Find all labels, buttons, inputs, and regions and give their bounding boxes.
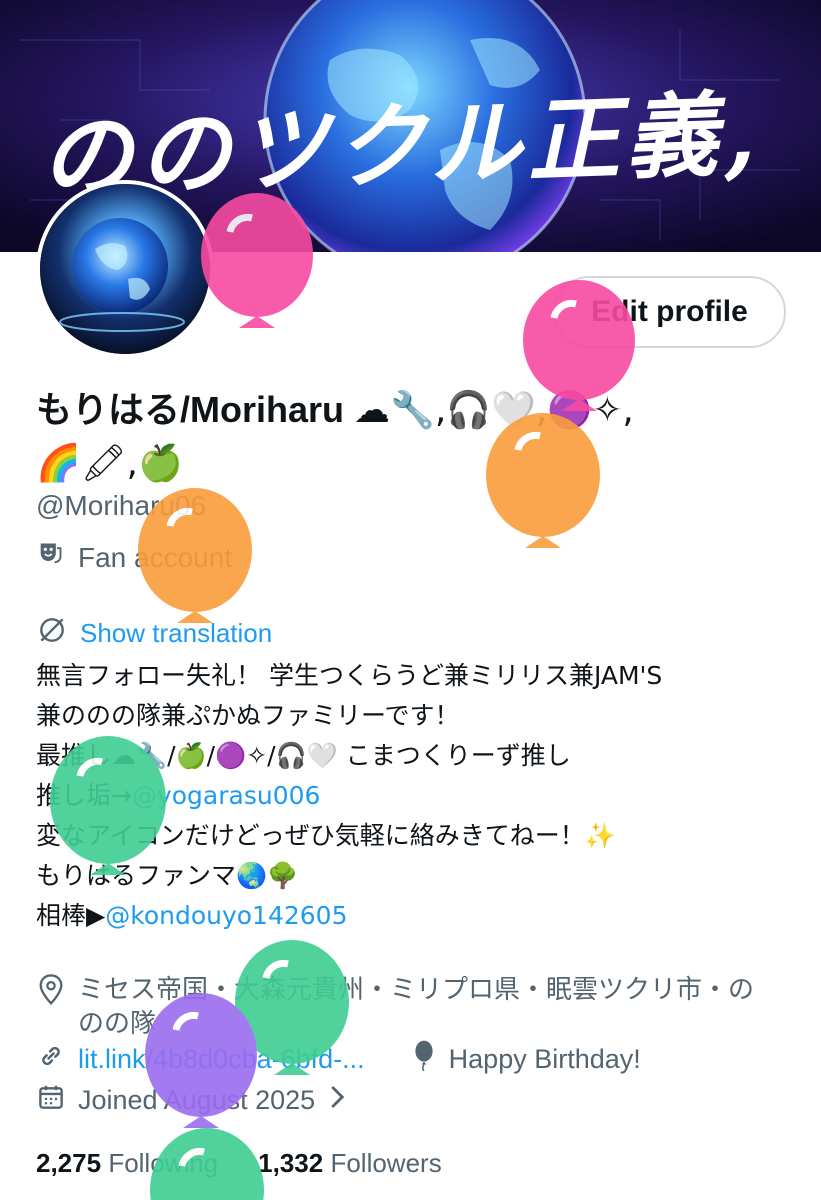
following-link[interactable]: 2,275 Following [36, 1148, 218, 1179]
show-translation-label[interactable]: Show translation [80, 618, 272, 649]
profile-category: Fan account [36, 540, 232, 575]
bio-text: 推し垢→ [36, 781, 132, 810]
website-link[interactable]: lit.link/4b8d0cba-6bfd-... [78, 1044, 365, 1075]
edit-profile-button[interactable]: Edit profile [553, 276, 786, 348]
display-name-text: もりはる/Moriharu [36, 389, 345, 430]
chevron-right-icon [327, 1084, 347, 1117]
profile-category-label: Fan account [78, 541, 233, 573]
follow-stats: 2,275 Following 1,332 Followers [36, 1148, 442, 1179]
birthday-text: Happy Birthday! [448, 1044, 641, 1074]
bio-line: 兼ののの隊兼ぷかぬファミリーです！ [36, 701, 460, 730]
bio-line: 相棒▶@kondouyo142605 [36, 896, 796, 936]
following-label: Following [108, 1148, 219, 1178]
bio-line: 変なアイコンだけどっぜひ気軽に絡みきてねー！✨ [36, 821, 616, 850]
location-text: ミセス帝国・大森元貴州・ミリプロ県・眠雲ツクリ市・ののの隊 [78, 975, 755, 1039]
bio-line: もりはるファンマ🌏🌳 [36, 861, 299, 890]
display-name: もりはる/Moriharu ☁🔧,🎧🤍,🟣✧, 🌈🖍,🍏 [36, 384, 796, 490]
following-count: 2,275 [36, 1148, 102, 1178]
joined-date-row[interactable]: Joined August 2025 [36, 1082, 347, 1119]
globe-slash-icon [36, 614, 68, 653]
mention-link[interactable]: @yogarasu006 [132, 781, 320, 810]
display-name-emoji-line2: 🌈🖍,🍏 [36, 443, 183, 484]
bio-line: 最推し☁🔧/🍏/🟣✧/🎧🤍 こまつくりーず推し [36, 741, 571, 770]
balloon-icon [411, 1040, 437, 1079]
profile-bio: 無言フォロー失礼！ 学生つくらうど兼ミリリス兼JAM'S 兼ののの隊兼ぷかぬファ… [36, 656, 796, 936]
followers-count: 1,332 [258, 1148, 324, 1178]
joined-text: Joined August 2025 [78, 1085, 316, 1115]
mention-link[interactable]: @kondouyo142605 [105, 901, 347, 930]
profile-meta-row: lit.link/4b8d0cba-6bfd-... Happy Birthda… [36, 1040, 641, 1079]
show-translation-link[interactable]: Show translation [36, 614, 272, 653]
calendar-icon [36, 1082, 66, 1119]
followers-link[interactable]: 1,332 Followers [258, 1148, 442, 1179]
link-icon [36, 1041, 66, 1078]
bio-line: 無言フォロー失礼！ 学生つくらうど兼ミリリス兼JAM'S [36, 661, 663, 690]
followers-label: Followers [330, 1148, 442, 1178]
avatar[interactable] [36, 180, 214, 358]
theater-masks-icon [36, 540, 64, 575]
bio-line: 推し垢→@yogarasu006 [36, 776, 796, 816]
location-pin-icon [36, 973, 66, 1041]
user-handle: @Moriharu06 [36, 490, 207, 521]
bio-text: 相棒▶ [36, 901, 106, 930]
profile-location: ミセス帝国・大森元貴州・ミリプロ県・眠雲ツクリ市・ののの隊 [36, 973, 776, 1041]
display-name-emoji: ☁🔧,🎧🤍,🟣✧, [354, 390, 634, 431]
